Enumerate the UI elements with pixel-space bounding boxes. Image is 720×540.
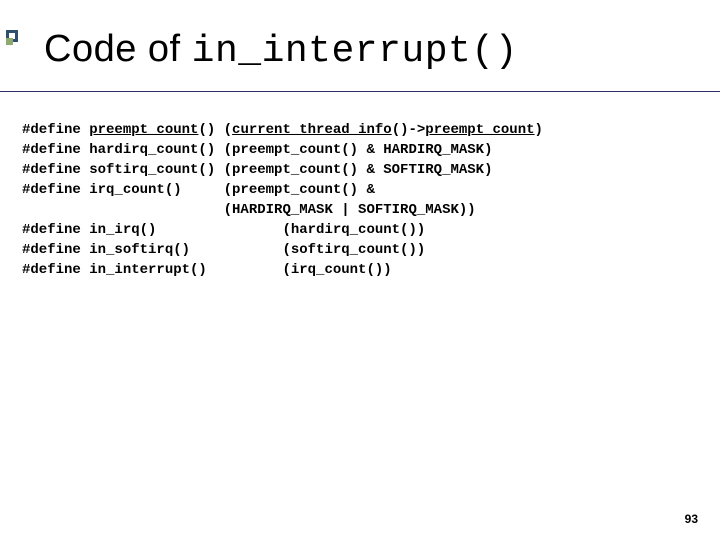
slide: Code of in_interrupt() #define preempt_c… [0,0,720,540]
code-block: #define preempt_count() (current_thread_… [22,120,543,280]
title-bullet-accent-icon [6,38,13,45]
title-mono: in_interrupt() [192,30,518,73]
title-underline [0,90,720,92]
title-prefix: Code of [44,28,192,70]
page-number: 93 [685,512,698,526]
slide-title: Code of in_interrupt() [44,28,518,73]
